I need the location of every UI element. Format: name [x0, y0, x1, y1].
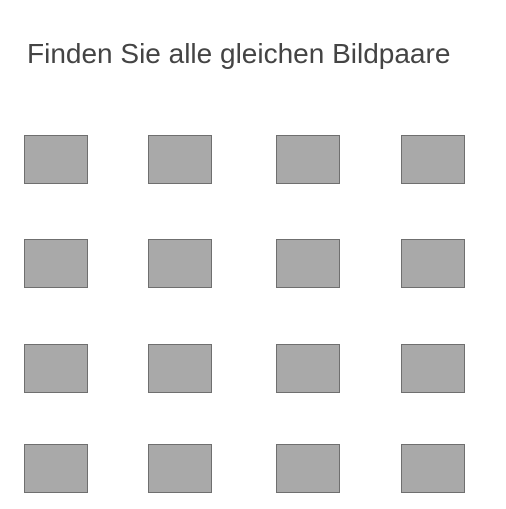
memory-card-r3-c2[interactable]	[148, 344, 212, 393]
memory-card-r4-c3[interactable]	[276, 444, 340, 493]
memory-card-r2-c2[interactable]	[148, 239, 212, 288]
memory-card-r3-c1[interactable]	[24, 344, 88, 393]
memory-card-r1-c4[interactable]	[401, 135, 465, 184]
memory-card-r1-c1[interactable]	[24, 135, 88, 184]
memory-card-r4-c1[interactable]	[24, 444, 88, 493]
memory-card-grid	[0, 0, 506, 509]
memory-card-r1-c2[interactable]	[148, 135, 212, 184]
memory-card-r1-c3[interactable]	[276, 135, 340, 184]
memory-card-r3-c3[interactable]	[276, 344, 340, 393]
memory-card-r2-c3[interactable]	[276, 239, 340, 288]
memory-card-r2-c1[interactable]	[24, 239, 88, 288]
memory-card-r4-c4[interactable]	[401, 444, 465, 493]
memory-card-r3-c4[interactable]	[401, 344, 465, 393]
memory-card-r4-c2[interactable]	[148, 444, 212, 493]
memory-card-r2-c4[interactable]	[401, 239, 465, 288]
